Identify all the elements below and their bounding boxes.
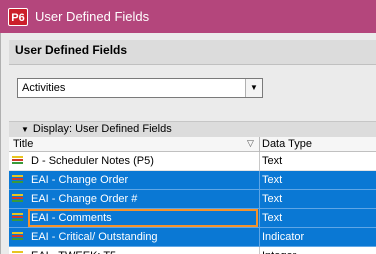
table-row[interactable]: D - Scheduler Notes (P5) Text	[9, 152, 376, 171]
chevron-down-icon[interactable]: ▼	[245, 79, 262, 97]
cell-data-type: Indicator	[262, 231, 305, 243]
column-header-data-type[interactable]: Data Type	[262, 138, 312, 150]
focus-outline	[28, 209, 258, 227]
table-row[interactable]: EAI - Comments Text	[9, 209, 376, 228]
column-divider	[259, 152, 260, 171]
cell-data-type: Text	[262, 212, 283, 224]
display-bar[interactable]: ▼ Display: User Defined Fields	[9, 121, 376, 137]
cell-data-type: Text	[262, 174, 283, 186]
panel-header: User Defined Fields	[9, 40, 376, 65]
display-label: Display: User Defined Fields	[32, 123, 172, 135]
dialog-body: User Defined Fields Activities ▼ ▼ Displa…	[0, 33, 376, 254]
table-row[interactable]: EAI - Critical/ Outstanding Indicator	[9, 228, 376, 247]
collapse-chevron-icon[interactable]: ▼	[21, 125, 29, 134]
cell-title: EAI - Change Order #	[31, 193, 138, 205]
cell-title: EAI - Critical/ Outstanding	[31, 231, 158, 243]
table-header: Title ▽ Data Type	[9, 137, 376, 152]
udf-field-icon	[12, 232, 23, 243]
subject-area-select[interactable]: Activities ▼	[17, 78, 263, 98]
udf-field-icon	[12, 194, 23, 205]
table-row[interactable]: EAI - Change Order Text	[9, 171, 376, 190]
cell-data-type: Text	[262, 193, 283, 205]
udf-field-icon	[12, 213, 23, 224]
cell-title: EAI - TWEEK: T5	[31, 250, 116, 254]
cell-data-type: Text	[262, 155, 283, 167]
column-divider	[259, 247, 260, 254]
title-bar: P6 User Defined Fields	[0, 0, 376, 33]
column-divider[interactable]	[259, 137, 260, 152]
column-divider	[259, 190, 260, 209]
table-row[interactable]: EAI - TWEEK: T5 Integer	[9, 247, 376, 254]
column-divider	[259, 228, 260, 247]
table-row[interactable]: EAI - Change Order # Text	[9, 190, 376, 209]
column-divider	[259, 171, 260, 190]
p6-app-icon: P6	[8, 7, 28, 26]
udf-field-icon	[12, 156, 23, 167]
column-divider	[259, 209, 260, 228]
sort-icon[interactable]: ▽	[247, 138, 254, 149]
udf-field-icon	[12, 175, 23, 186]
cell-title: D - Scheduler Notes (P5)	[31, 155, 154, 167]
udf-table: Title ▽ Data Type D - Scheduler Notes (P…	[9, 137, 376, 254]
cell-title: EAI - Change Order	[31, 174, 129, 186]
window-title: User Defined Fields	[35, 9, 150, 24]
column-header-title[interactable]: Title	[13, 138, 33, 150]
subject-area-value: Activities	[22, 82, 66, 94]
cell-data-type: Integer	[262, 250, 296, 254]
